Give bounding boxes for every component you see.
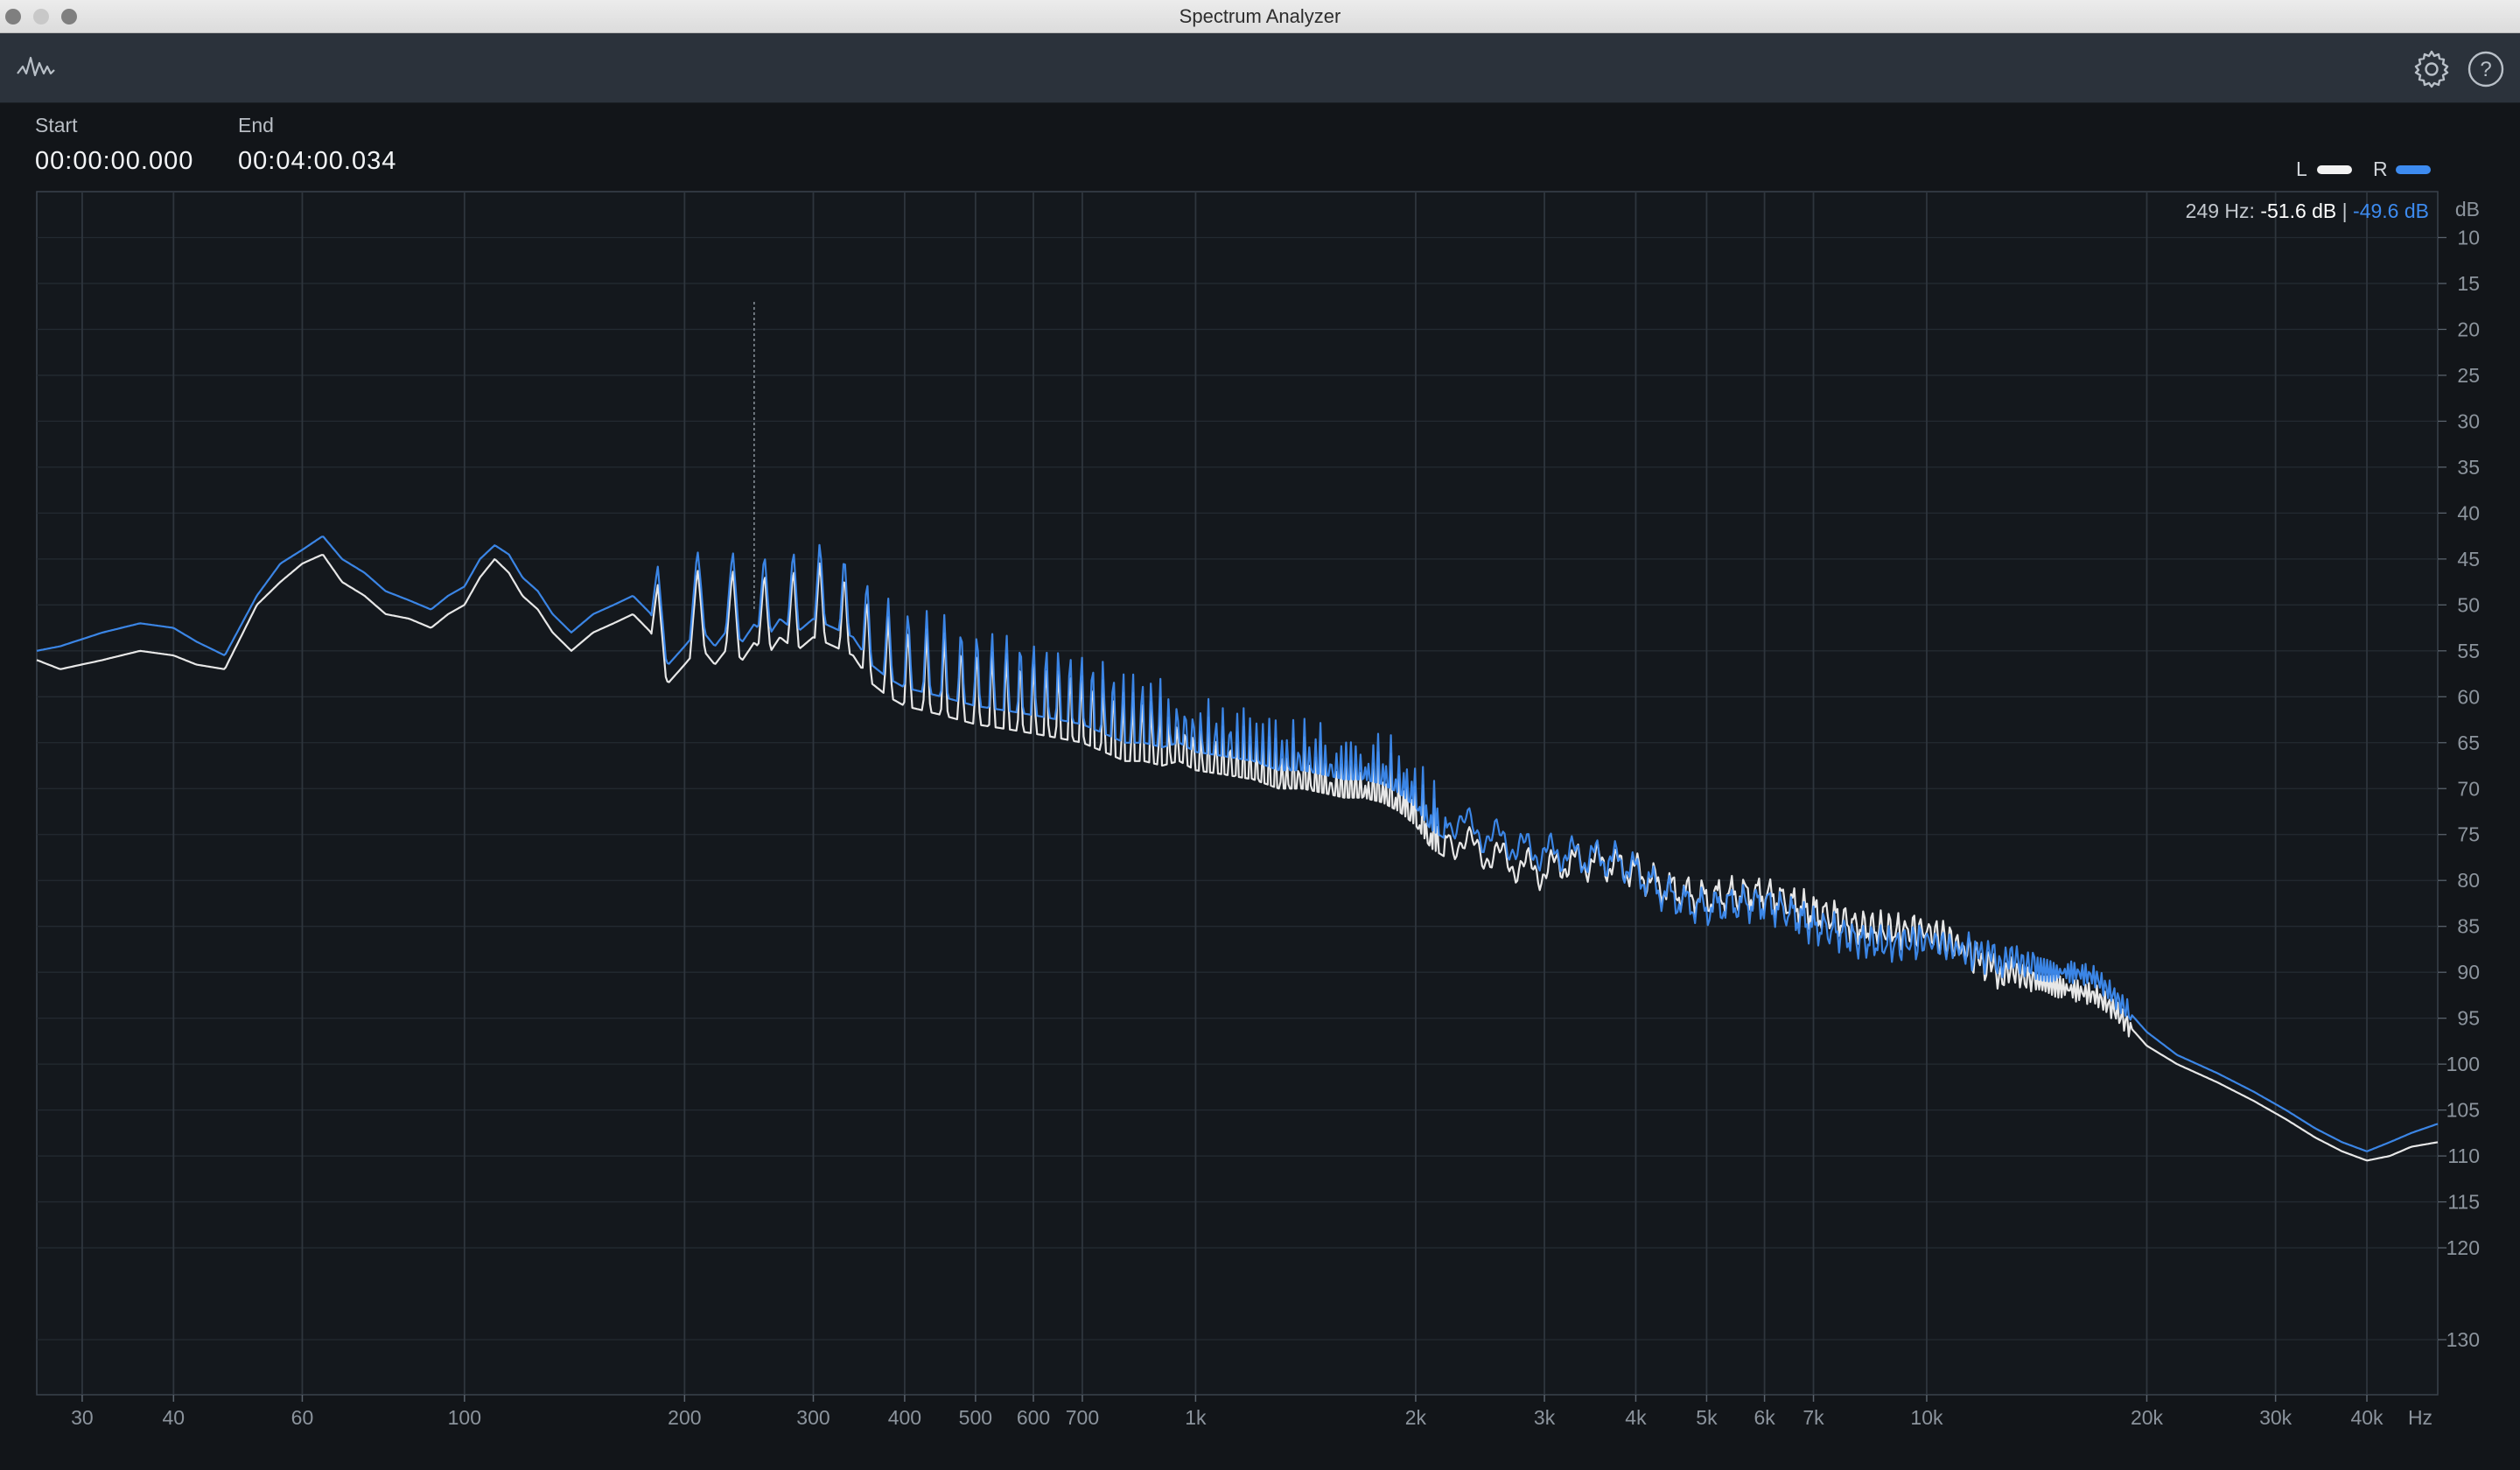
readout-left-db: -51.6 dB [2260,200,2337,222]
y-tick-label: 35 [2457,456,2480,479]
readout-frequency: 249 Hz: [2185,200,2255,222]
x-tick-label: 700 [1066,1406,1099,1429]
cursor-readout: 249 Hz: -51.6 dB | -49.6 dB [2186,200,2429,223]
x-unit-label: Hz [2408,1406,2432,1429]
y-tick-label: 115 [2447,1191,2480,1214]
x-tick-label: 600 [1017,1406,1050,1429]
y-unit-label: dB [2455,198,2480,220]
y-tick-label: 70 [2457,777,2480,800]
x-tick-label: 4k [1625,1406,1647,1429]
x-tick-label: 10k [1910,1406,1943,1429]
y-tick-label: 95 [2457,1007,2480,1030]
x-tick-label: 20k [2131,1406,2164,1429]
y-tick-label: 10 [2457,226,2480,248]
y-tick-label: 15 [2457,272,2480,295]
y-tick-label: 75 [2457,823,2480,846]
x-tick-label: 30k [2259,1406,2292,1429]
spectrum-chart[interactable]: 10 15 20 25 30 35 40 45 50 55 60 65 70 75 80 85 90 95 100 1… [0,0,2520,1470]
x-tick-label: 300 [796,1406,830,1429]
x-tick-label: 100 [448,1406,481,1429]
x-tick-label: 30 [71,1406,94,1429]
y-tick-label: 110 [2447,1144,2480,1167]
x-tick-label: 40k [2350,1406,2384,1429]
x-tick-label: 6k [1754,1406,1775,1429]
y-tick-label: 30 [2457,410,2480,432]
x-tick-label: 3k [1534,1406,1556,1429]
x-tick-label: 1k [1185,1406,1207,1429]
y-tick-label: 100 [2446,1053,2480,1075]
y-tick-label: 55 [2457,640,2480,662]
y-tick-label: 60 [2457,685,2480,708]
x-tick-label: 60 [291,1406,314,1429]
x-tick-label: 7k [1802,1406,1824,1429]
x-tick-label: 200 [668,1406,701,1429]
y-tick-label: 40 [2457,501,2480,524]
y-tick-label: 50 [2457,593,2480,616]
readout-right-db: -49.6 dB [2353,200,2429,222]
x-tick-label: 400 [888,1406,921,1429]
y-tick-label: 90 [2457,961,2480,984]
x-tick-label: 40 [163,1406,186,1429]
readout-separator: | [2342,200,2348,222]
x-tick-label: 2k [1405,1406,1427,1429]
y-tick-label: 45 [2457,548,2480,570]
y-tick-label: 120 [2446,1236,2480,1259]
y-tick-label: 65 [2457,732,2480,754]
y-tick-label: 80 [2457,869,2480,892]
x-tick-label: 5k [1696,1406,1718,1429]
plot-area [36,191,2439,1396]
y-tick-label: 20 [2457,318,2480,340]
y-tick-label: 25 [2457,364,2480,387]
y-tick-label: 105 [2446,1099,2480,1122]
x-tick-label: 500 [959,1406,992,1429]
y-tick-label: 85 [2457,915,2480,938]
y-tick-label: 130 [2446,1328,2480,1351]
